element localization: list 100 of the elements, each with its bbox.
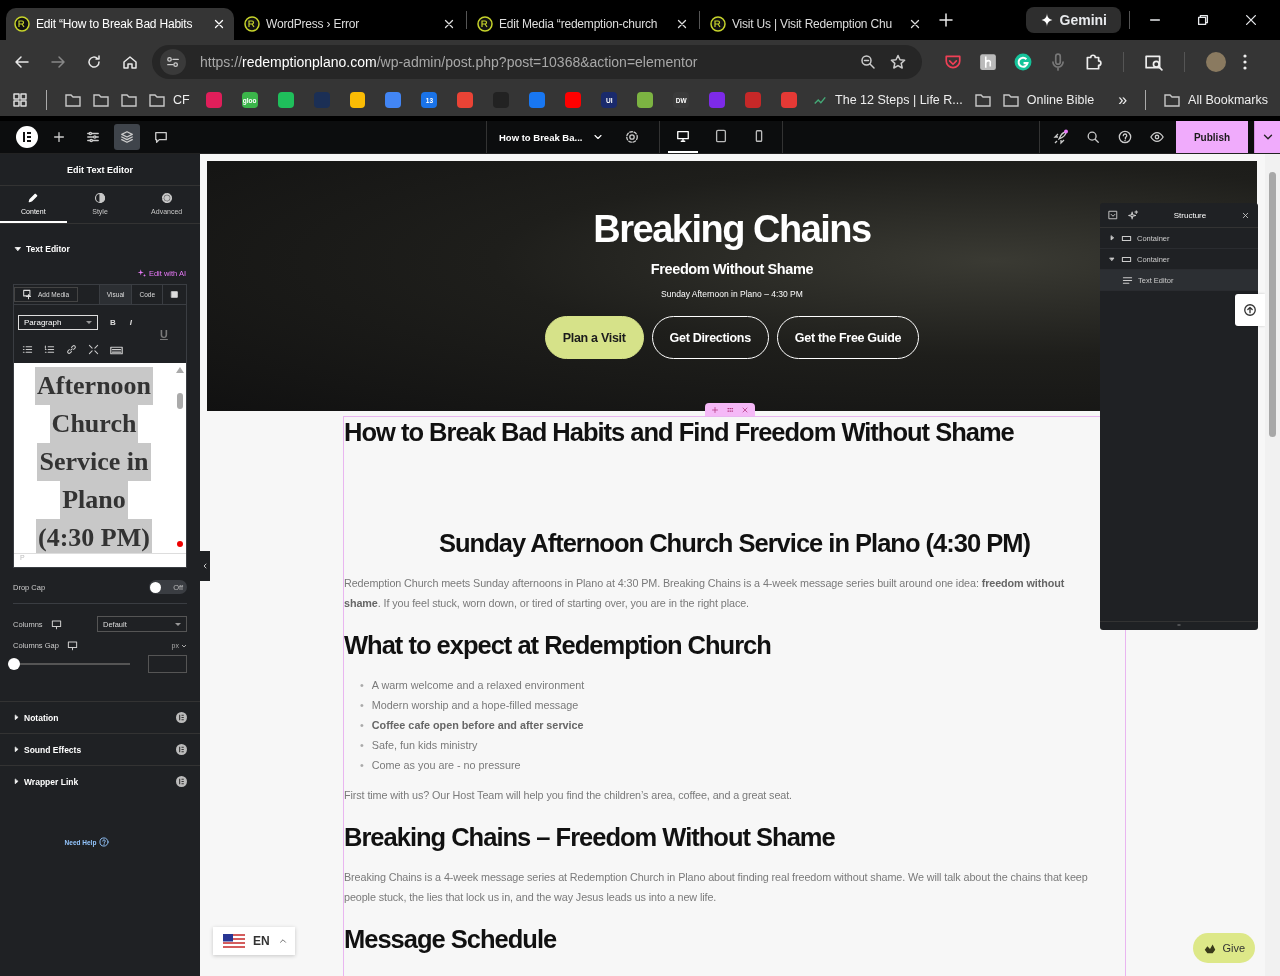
- bookmark-folder[interactable]: [120, 93, 137, 107]
- bookmark-folder[interactable]: [974, 93, 991, 107]
- caret-down-icon: [1108, 255, 1116, 263]
- give-button[interactable]: Give: [1193, 933, 1255, 963]
- columns-gap-input[interactable]: [148, 655, 187, 673]
- more-vertical-icon: [1243, 54, 1247, 70]
- search-icon: [1086, 130, 1100, 144]
- list-item: • A warm welcome and a relaxed environment: [360, 678, 585, 693]
- scrollbar[interactable]: [1265, 154, 1280, 976]
- close-icon: [908, 17, 922, 31]
- gear-icon: [625, 130, 639, 144]
- bookmark-favicon[interactable]: [565, 92, 582, 108]
- logo-icon: [477, 16, 493, 32]
- document-title-dropdown[interactable]: How to Break Ba...: [499, 131, 611, 143]
- section-toggle[interactable]: Sound Effects: [0, 733, 200, 765]
- section-toggle[interactable]: Wrapper Link: [0, 765, 200, 797]
- bookmark-favicon[interactable]: [277, 92, 294, 108]
- folder-icon: [974, 93, 991, 107]
- folder-icon: [120, 93, 137, 107]
- chevron-up-icon: [277, 936, 288, 946]
- browser-tab[interactable]: Edit Media “redemption-church: [469, 8, 697, 40]
- close-icon: [1244, 13, 1258, 27]
- section-heading: Breaking Chains – Freedom Without Shame: [344, 823, 836, 851]
- bookmark-favicon[interactable]: [457, 92, 474, 108]
- list-item: • Safe, fun kids ministry: [360, 738, 478, 753]
- bookmark-link[interactable]: The 12 Steps | Life R...: [813, 93, 963, 107]
- bookmark-folder[interactable]: All Bookmarks: [1164, 93, 1268, 107]
- toolbar-toggle-icon: [170, 290, 179, 299]
- paragraph: First time with us? Our Host Team will help you find the children’s area, coffee, and a great seat.: [344, 788, 793, 803]
- widget-handle[interactable]: [705, 403, 755, 416]
- bookmark-favicon[interactable]: [637, 92, 654, 108]
- comment-icon: [154, 130, 168, 144]
- elementor-logo-icon[interactable]: [16, 126, 38, 148]
- plus-icon: [52, 130, 66, 144]
- eye-icon: [1150, 130, 1164, 144]
- page-heading: How to Break Bad Habits and Find Freedom Without Shame: [344, 419, 1015, 445]
- format-select[interactable]: Paragraph: [18, 315, 98, 330]
- structure-button[interactable]: [114, 124, 140, 150]
- close-icon: [212, 17, 226, 31]
- home-icon: [122, 54, 138, 70]
- hero-subtitle: Freedom Without Shame: [650, 261, 814, 277]
- bookmark-favicon[interactable]: [529, 92, 546, 108]
- chevron-left-icon: [201, 562, 209, 570]
- collapse-icon: [1108, 210, 1118, 220]
- format-button[interactable]: I: [127, 316, 134, 329]
- browser-tab[interactable]: WordPress › Error: [236, 8, 464, 40]
- avatar[interactable]: [1206, 52, 1226, 72]
- format-button[interactable]: B: [108, 316, 118, 329]
- arrow-right-icon: [50, 54, 66, 70]
- help-icon: [1118, 130, 1132, 144]
- browser-tab[interactable]: Visit Us | Visit Redemption Chu: [702, 8, 930, 40]
- grammarly-icon: [1014, 53, 1032, 71]
- address-bar[interactable]: https://redemptionplano.com/wp-admin/post.php?post=10368&action=elementor: [152, 45, 922, 79]
- desktop-icon: [676, 129, 690, 143]
- resize-handle-icon: [1174, 622, 1184, 628]
- pencil-icon: [27, 192, 40, 204]
- bookmark-folder[interactable]: CF: [148, 93, 190, 107]
- format-button[interactable]: U: [144, 324, 170, 337]
- arrow-up-circle-icon: [1243, 303, 1257, 317]
- folder-icon: [64, 93, 81, 107]
- plus-icon: [711, 405, 719, 414]
- structure-title: Structure: [1172, 210, 1208, 220]
- caret-right-icon: [1108, 234, 1116, 242]
- elementor-badge-icon: [176, 744, 187, 755]
- slider-thumb[interactable]: [8, 658, 20, 670]
- list-item: • Modern worship and a hope-filled message: [360, 698, 579, 713]
- section-toggle[interactable]: Notation: [0, 701, 200, 733]
- bookmark-favicon[interactable]: [385, 92, 402, 108]
- paragraph: Redemption Church meets Sunday afternoons in Plano at 4:30 PM. Breaking Chains is a 4-week message series built around one idea: freedom without shame. If you feel stuck, worn down, or tired of starting over, you are in the right place.: [344, 576, 1066, 611]
- language-switcher[interactable]: EN: [213, 927, 295, 955]
- bookmark-folder[interactable]: Online Bible: [1002, 93, 1095, 107]
- sparkle-icon: [136, 268, 147, 278]
- publish-button[interactable]: Publish: [1176, 121, 1248, 153]
- link-icon: [66, 344, 77, 355]
- hero-button[interactable]: Plan a Visit: [544, 316, 644, 359]
- restore-icon: [1196, 13, 1210, 27]
- drag-grip-icon: [725, 405, 735, 414]
- gemini-button[interactable]: Gemini: [1025, 7, 1121, 33]
- caret-right-icon: [13, 746, 20, 753]
- section-toggle[interactable]: Text Editor: [0, 224, 200, 262]
- bookmark-folder[interactable]: [92, 93, 109, 107]
- reload-icon: [86, 54, 102, 70]
- elementor-badge-icon: [176, 712, 187, 723]
- caret-right-icon: [13, 714, 20, 721]
- bookmark-folder[interactable]: [64, 93, 81, 107]
- arrow-left-icon: [14, 54, 30, 70]
- close-icon: [1241, 210, 1250, 220]
- flag-icon: [223, 934, 245, 948]
- section-heading: What to expect at Redemption Church: [344, 631, 772, 659]
- bookmark-favicon[interactable]: [349, 92, 366, 108]
- browser-tab[interactable]: Edit “How to Break Bad Habits: [6, 8, 234, 40]
- tab-search-icon: [1145, 53, 1163, 71]
- list-item: • Coffee cafe open before and after service: [360, 718, 584, 733]
- desktop-icon: [50, 618, 62, 630]
- puzzle-icon: [1084, 53, 1102, 71]
- help-icon: [99, 837, 110, 847]
- scroll-up-button[interactable]: [1235, 294, 1265, 326]
- zoom-icon: [860, 54, 876, 70]
- site-settings-icon: [166, 55, 180, 69]
- more-bookmarks-button[interactable]: »: [1118, 91, 1128, 109]
